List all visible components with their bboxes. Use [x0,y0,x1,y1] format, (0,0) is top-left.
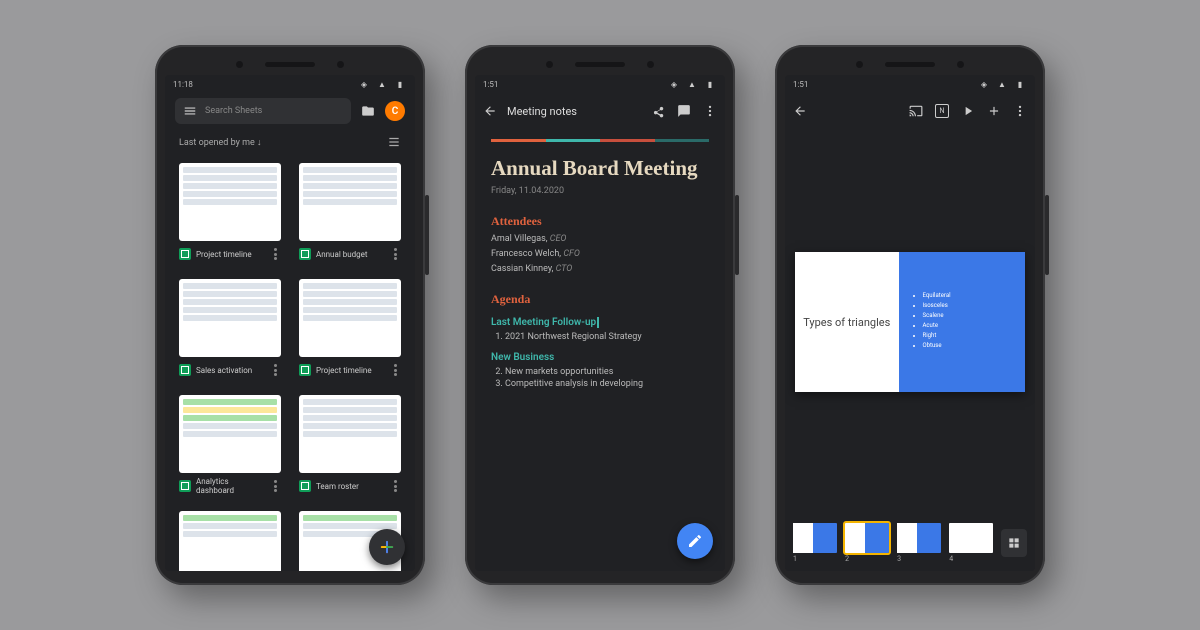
doc-title: Annual budget [316,250,384,259]
more-icon[interactable] [269,364,281,376]
list-item: Competitive analysis in developing [505,379,709,389]
signal-icon: ▲ [995,77,1009,91]
more-icon[interactable] [389,248,401,260]
date-label: Friday, 11.04.2020 [491,186,709,196]
wifi-icon: ◈ [357,77,371,91]
signal-icon: ▲ [375,77,389,91]
bullet-item: Right [923,332,951,339]
sheets-icon [179,480,191,492]
doc-title: Analytics dashboard [196,477,264,495]
add-icon[interactable] [987,104,1001,118]
more-icon[interactable] [269,248,281,260]
attendee-line: Francesco Welch, CFO [491,249,709,259]
sub-heading: Last Meeting Follow-up [491,317,709,328]
accent-divider [491,139,709,142]
clock: 11:18 [173,80,193,89]
bullet-item: Isosceles [923,302,951,309]
battery-icon: ▮ [703,77,717,91]
sub-heading: New Business [491,352,709,363]
doc-card[interactable]: Project timeline [179,163,281,263]
status-bar: 1:51 ◈ ▲ ▮ [785,75,1035,93]
heading-1: Annual Board Meeting [491,156,709,180]
ordered-list: New markets opportunities Competitive an… [505,367,709,389]
wifi-icon: ◈ [977,77,991,91]
attendee-line: Amal Villegas, CEO [491,234,709,244]
comment-icon[interactable] [677,104,691,118]
status-bar: 1:51 ◈ ▲ ▮ [475,75,725,93]
ordered-list: 2021 Northwest Regional Strategy [505,332,709,342]
doc-card[interactable]: Team roster [299,395,401,495]
search-input[interactable]: Search Sheets [175,98,351,124]
slide-thumb[interactable]: 4 [949,523,993,563]
share-icon[interactable] [651,104,665,118]
grid-view-icon[interactable] [1001,529,1027,557]
list-view-icon[interactable] [387,135,401,149]
sheets-icon [179,364,191,376]
doc-title: Project timeline [316,366,384,375]
doc-card[interactable]: Analytics dashboard [179,395,281,495]
clock: 1:51 [793,80,808,89]
sheets-icon [299,364,311,376]
slide-thumb[interactable]: 3 [897,523,941,563]
document-body[interactable]: Annual Board Meeting Friday, 11.04.2020 … [475,129,725,571]
sheets-icon [179,248,191,260]
search-placeholder: Search Sheets [205,106,262,116]
back-icon[interactable] [483,104,497,118]
list-item: 2021 Northwest Regional Strategy [505,332,709,342]
back-icon[interactable] [793,104,807,118]
battery-icon: ▮ [393,77,407,91]
slide-title: Types of triangles [795,252,899,392]
bullet-item: Obtuse [923,342,951,349]
present-icon[interactable] [961,104,975,118]
doc-card[interactable]: Sales activation [179,279,281,379]
slide-bullets: Equilateral Isosceles Scalene Acute Righ… [923,292,951,352]
section-heading: Attendees [491,214,709,229]
slide-canvas[interactable]: Types of triangles Equilateral Isosceles… [785,129,1035,515]
sort-dropdown[interactable]: Last opened by me ↓ [179,137,261,148]
more-icon[interactable] [1013,104,1027,118]
wifi-icon: ◈ [667,77,681,91]
doc-title: Sales activation [196,366,264,375]
more-icon[interactable] [269,480,281,492]
document-grid: Project timeline Annual budget Sales act… [165,155,415,571]
sheets-icon [299,248,311,260]
more-icon[interactable] [389,364,401,376]
slide-thumb[interactable]: 1 [793,523,837,563]
phone-docs: 1:51 ◈ ▲ ▮ Meeting notes [465,45,735,585]
list-item: New markets opportunities [505,367,709,377]
speaker-notes-icon[interactable]: N [935,104,949,118]
more-icon[interactable] [389,480,401,492]
more-icon[interactable] [703,104,717,118]
battery-icon: ▮ [1013,77,1027,91]
section-heading: Agenda [491,292,709,307]
slide-thumb[interactable]: 2 [845,523,889,563]
attendee-line: Cassian Kinney, CTO [491,264,709,274]
clock: 1:51 [483,80,498,89]
bullet-item: Equilateral [923,292,951,299]
bullet-item: Acute [923,322,951,329]
bullet-item: Scalene [923,312,951,319]
doc-card[interactable]: Project timeline [299,279,401,379]
edit-fab[interactable] [677,523,713,559]
avatar[interactable]: C [385,101,405,121]
filmstrip: 1 2 3 4 [785,515,1035,571]
slide[interactable]: Types of triangles Equilateral Isosceles… [795,252,1025,392]
text-cursor [597,317,599,328]
folder-icon[interactable] [361,104,375,118]
doc-title: Project timeline [196,250,264,259]
new-document-fab[interactable] [369,529,405,565]
signal-icon: ▲ [685,77,699,91]
doc-card[interactable]: Annual budget [299,163,401,263]
phone-slides: 1:51 ◈ ▲ ▮ N [775,45,1045,585]
phone-sheets: 11:18 ◈ ▲ ▮ Search Sheets C Last opened … [155,45,425,585]
document-title[interactable]: Meeting notes [507,105,641,118]
doc-title: Team roster [316,482,384,491]
doc-card[interactable] [179,511,281,571]
menu-icon[interactable] [183,104,197,118]
cast-icon[interactable] [909,104,923,118]
sheets-icon [299,480,311,492]
status-bar: 11:18 ◈ ▲ ▮ [165,75,415,93]
